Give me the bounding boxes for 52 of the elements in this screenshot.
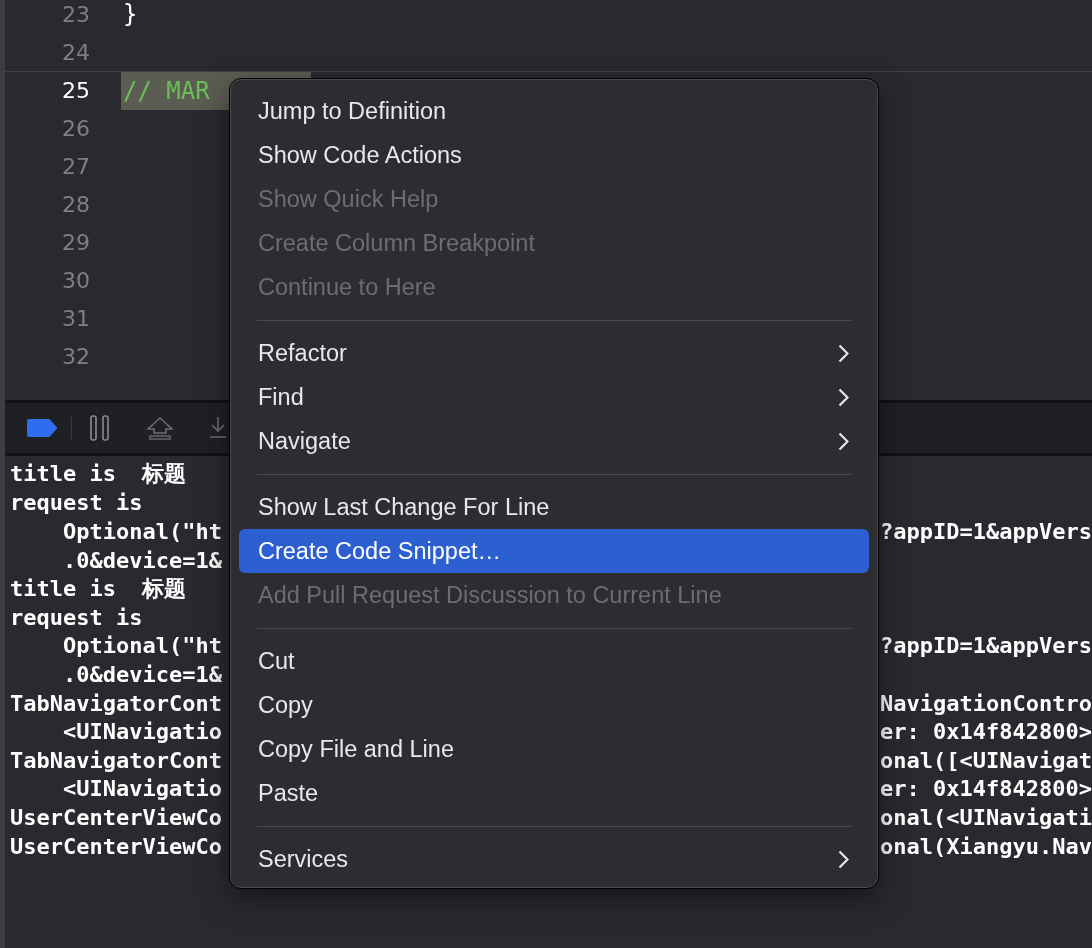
chevron-right-icon	[838, 431, 849, 451]
log-line: er: 0x14f842800>	[880, 776, 1092, 802]
step-over-icon[interactable]	[146, 415, 174, 441]
log-line: UserCenterViewCo	[10, 804, 222, 830]
code-line: }	[122, 0, 138, 30]
log-line: .0&device=1&	[61, 547, 222, 573]
log-line: .0&device=1&	[61, 661, 222, 687]
pause-icon[interactable]	[90, 415, 110, 441]
menu-item[interactable]: Find	[239, 375, 869, 419]
menu-item[interactable]: Copy	[239, 683, 869, 727]
log-line: ?appID=1&appVers	[880, 633, 1092, 659]
line-number: 24	[61, 39, 90, 65]
chevron-right-icon	[838, 849, 849, 869]
log-line: TabNavigatorCont	[10, 747, 222, 773]
menu-item[interactable]: Cut	[239, 639, 869, 683]
line-number: 29	[61, 229, 90, 255]
line-number: 23	[61, 1, 90, 27]
menu-item[interactable]: Refactor	[239, 331, 869, 375]
line-number: 27	[61, 153, 90, 179]
log-line: Optional("ht	[61, 633, 222, 659]
menu-item[interactable]: Copy File and Line	[239, 727, 869, 771]
log-line: title is 标题	[10, 575, 187, 601]
log-line: request is	[10, 604, 143, 630]
log-line: <UINavigatio	[61, 719, 222, 745]
log-line: ?appID=1&appVers	[880, 519, 1092, 544]
menu-item[interactable]: Navigate	[239, 419, 869, 463]
line-number: 28	[61, 191, 90, 217]
chevron-right-icon	[838, 387, 849, 407]
log-line: TabNavigatorCont	[10, 690, 222, 716]
breakpoint-icon[interactable]	[27, 419, 57, 437]
menu-item[interactable]: Show Last Change For Line	[239, 485, 869, 529]
log-line: onal(<UINavigati	[880, 804, 1092, 830]
log-line: title is 标题	[10, 461, 187, 487]
menu-item[interactable]: Create Code Snippet…	[239, 529, 869, 573]
line-number: 30	[61, 267, 90, 293]
line-number: 25	[61, 78, 90, 103]
log-line: er: 0x14f842800>	[880, 719, 1092, 745]
line-number: 32	[61, 343, 90, 369]
chevron-right-icon	[838, 343, 849, 363]
menu-item[interactable]: Services	[239, 837, 869, 881]
menu-item[interactable]: Show Code Actions	[239, 133, 869, 177]
line-number: 31	[61, 305, 90, 331]
log-line: request is	[10, 490, 143, 516]
log-line: <UINavigatio	[61, 776, 222, 802]
log-line: UserCenterViewCo	[10, 833, 222, 859]
log-line: onal([<UINavigat	[880, 747, 1092, 773]
log-line: NavigationContro	[880, 690, 1092, 716]
log-line: Optional("ht	[61, 519, 222, 544]
log-line: onal(Xiangyu.Nav	[880, 833, 1092, 859]
line-number: 26	[61, 115, 90, 141]
step-into-icon[interactable]	[208, 415, 228, 441]
menu-item[interactable]: Paste	[239, 771, 869, 815]
